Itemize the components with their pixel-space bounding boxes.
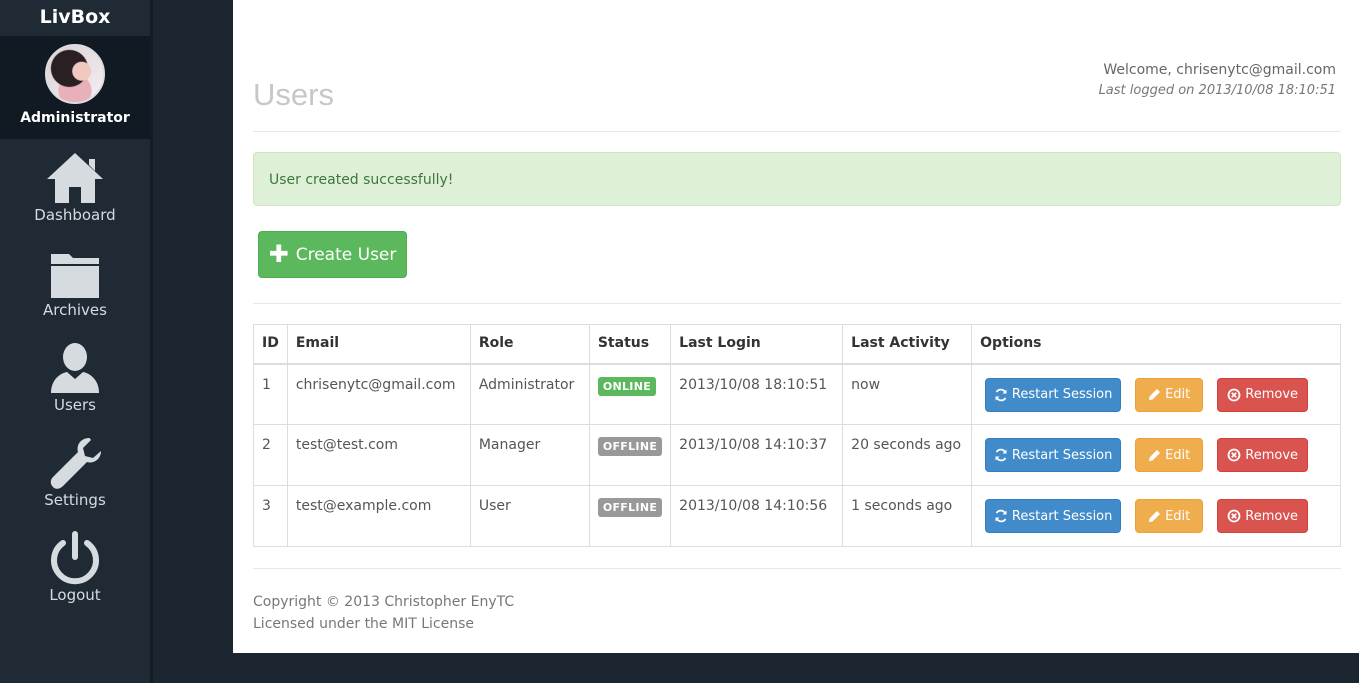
sidebar-item-dashboard[interactable]: Dashboard <box>0 139 150 234</box>
success-alert: User created successfully! <box>253 152 1341 206</box>
last-logged-text: Last logged on 2013/10/08 18:10:51 <box>1098 83 1336 98</box>
remove-button[interactable]: Remove <box>1217 438 1309 472</box>
table-row: 2 test@test.com Manager OFFLINE 2013/10/… <box>253 424 1341 486</box>
sidebar-item-users[interactable]: Users <box>0 329 150 424</box>
footer: Copyright © 2013 Christopher EnyTC Licen… <box>253 591 514 635</box>
divider <box>253 131 1341 132</box>
sidebar-item-label: Archives <box>43 301 107 319</box>
sidebar-item-label: Settings <box>44 491 106 509</box>
edit-label: Edit <box>1165 387 1191 402</box>
plus-icon: ✚ <box>268 239 289 268</box>
edit-button[interactable]: Edit <box>1135 499 1204 533</box>
power-icon <box>51 531 99 585</box>
remove-label: Remove <box>1245 387 1299 402</box>
divider <box>253 568 1341 569</box>
wrench-icon <box>50 438 101 489</box>
cell-email: test@example.com <box>286 485 471 547</box>
main-content: Users Welcome, chrisenytc@gmail.com Last… <box>233 0 1359 653</box>
edit-label: Edit <box>1165 508 1191 524</box>
cell-status: OFFLINE <box>588 485 672 547</box>
cell-last-activity: 1 seconds ago <box>842 485 973 547</box>
cell-id: 1 <box>253 363 288 425</box>
copyright-text: Copyright © 2013 Christopher EnyTC <box>253 594 515 610</box>
column-header-id[interactable]: ID <box>253 324 288 365</box>
cell-last-login: 2013/10/08 14:10:56 <box>670 485 844 547</box>
cell-last-login: 2013/10/08 18:10:51 <box>670 363 844 425</box>
restart-session-button[interactable]: Restart Session <box>985 377 1122 412</box>
table-header-row: ID Email Role Status Last Login Last Act… <box>253 324 1341 365</box>
remove-label: Remove <box>1245 508 1299 524</box>
table-row: 1 chrisenytc@gmail.com Administrator ONL… <box>253 363 1341 425</box>
home-icon <box>47 153 103 203</box>
cell-email: chrisenytc@gmail.com <box>286 363 471 425</box>
license-text: Licensed under the MIT License <box>253 616 474 632</box>
create-user-button[interactable]: ✚ Create User <box>258 231 407 278</box>
welcome-panel: Welcome, chrisenytc@gmail.com Last logge… <box>1099 62 1336 98</box>
cell-role: User <box>469 485 590 547</box>
folder-icon <box>51 254 99 298</box>
table-row: 3 test@example.com User OFFLINE 2013/10/… <box>253 485 1341 547</box>
remove-label: Remove <box>1245 447 1299 463</box>
alert-message: User created successfully! <box>269 172 454 188</box>
cell-id: 2 <box>253 424 288 486</box>
sidebar-item-label: Dashboard <box>34 206 116 224</box>
remove-button[interactable]: Remove <box>1217 499 1309 533</box>
column-header-last-login[interactable]: Last Login <box>670 324 844 365</box>
cell-last-login: 2013/10/08 14:10:37 <box>670 424 844 486</box>
profile-panel: Administrator <box>0 36 150 139</box>
pencil-icon <box>1149 389 1161 400</box>
sidebar-item-logout[interactable]: Logout <box>0 519 150 614</box>
cell-options: Restart Session Edit Remove <box>971 424 1341 486</box>
restart-session-button[interactable]: Restart Session <box>985 499 1122 533</box>
cell-status: ONLINE <box>588 363 672 425</box>
column-header-last-activity[interactable]: Last Activity <box>842 324 973 365</box>
column-header-status[interactable]: Status <box>588 324 672 365</box>
refresh-icon <box>995 388 1007 401</box>
cell-options: Restart Session Edit Remove <box>971 485 1341 547</box>
restart-label: Restart Session <box>1011 447 1113 463</box>
cell-options: Restart Session Edit Remove <box>971 363 1341 425</box>
avatar[interactable] <box>45 44 105 104</box>
cell-role: Administrator <box>469 363 590 425</box>
cell-email: test@test.com <box>286 424 471 486</box>
restart-session-button[interactable]: Restart Session <box>985 438 1122 472</box>
status-badge: ONLINE <box>597 376 657 396</box>
status-badge: OFFLINE <box>597 437 663 456</box>
divider <box>253 303 1341 304</box>
remove-circle-icon <box>1227 448 1241 462</box>
remove-circle-icon <box>1227 509 1241 523</box>
column-header-email[interactable]: Email <box>286 324 471 365</box>
status-badge: OFFLINE <box>597 498 663 517</box>
cell-role: Manager <box>469 424 590 486</box>
sidebar-item-settings[interactable]: Settings <box>0 424 150 519</box>
restart-label: Restart Session <box>1011 508 1113 524</box>
sidebar-item-label: Users <box>53 396 96 414</box>
pencil-icon <box>1149 449 1161 461</box>
column-header-role[interactable]: Role <box>469 324 590 365</box>
create-user-label: Create User <box>295 244 397 265</box>
cell-id: 3 <box>253 485 288 547</box>
column-header-options: Options <box>971 324 1341 365</box>
refresh-icon <box>995 509 1007 523</box>
cell-last-activity: now <box>842 363 973 425</box>
welcome-text: Welcome, chrisenytc@gmail.com <box>1103 62 1336 78</box>
user-icon <box>51 343 99 393</box>
cell-status: OFFLINE <box>588 424 672 486</box>
sidebar-item-label: Logout <box>49 586 101 604</box>
sidebar-item-archives[interactable]: Archives <box>0 234 150 329</box>
pencil-icon <box>1149 510 1161 522</box>
cell-last-activity: 20 seconds ago <box>842 424 973 486</box>
edit-button[interactable]: Edit <box>1135 377 1204 412</box>
brand-logo[interactable]: LivBox <box>0 0 150 36</box>
edit-label: Edit <box>1165 447 1191 463</box>
users-table: ID Email Role Status Last Login Last Act… <box>253 324 1341 547</box>
sidebar: LivBox Administrator Dashboard Archives … <box>0 0 153 683</box>
remove-circle-icon <box>1227 388 1241 401</box>
remove-button[interactable]: Remove <box>1217 377 1309 412</box>
profile-name: Administrator <box>20 110 130 126</box>
page-title: Users <box>253 77 334 112</box>
refresh-icon <box>995 448 1007 462</box>
restart-label: Restart Session <box>1011 387 1113 402</box>
edit-button[interactable]: Edit <box>1135 438 1204 472</box>
